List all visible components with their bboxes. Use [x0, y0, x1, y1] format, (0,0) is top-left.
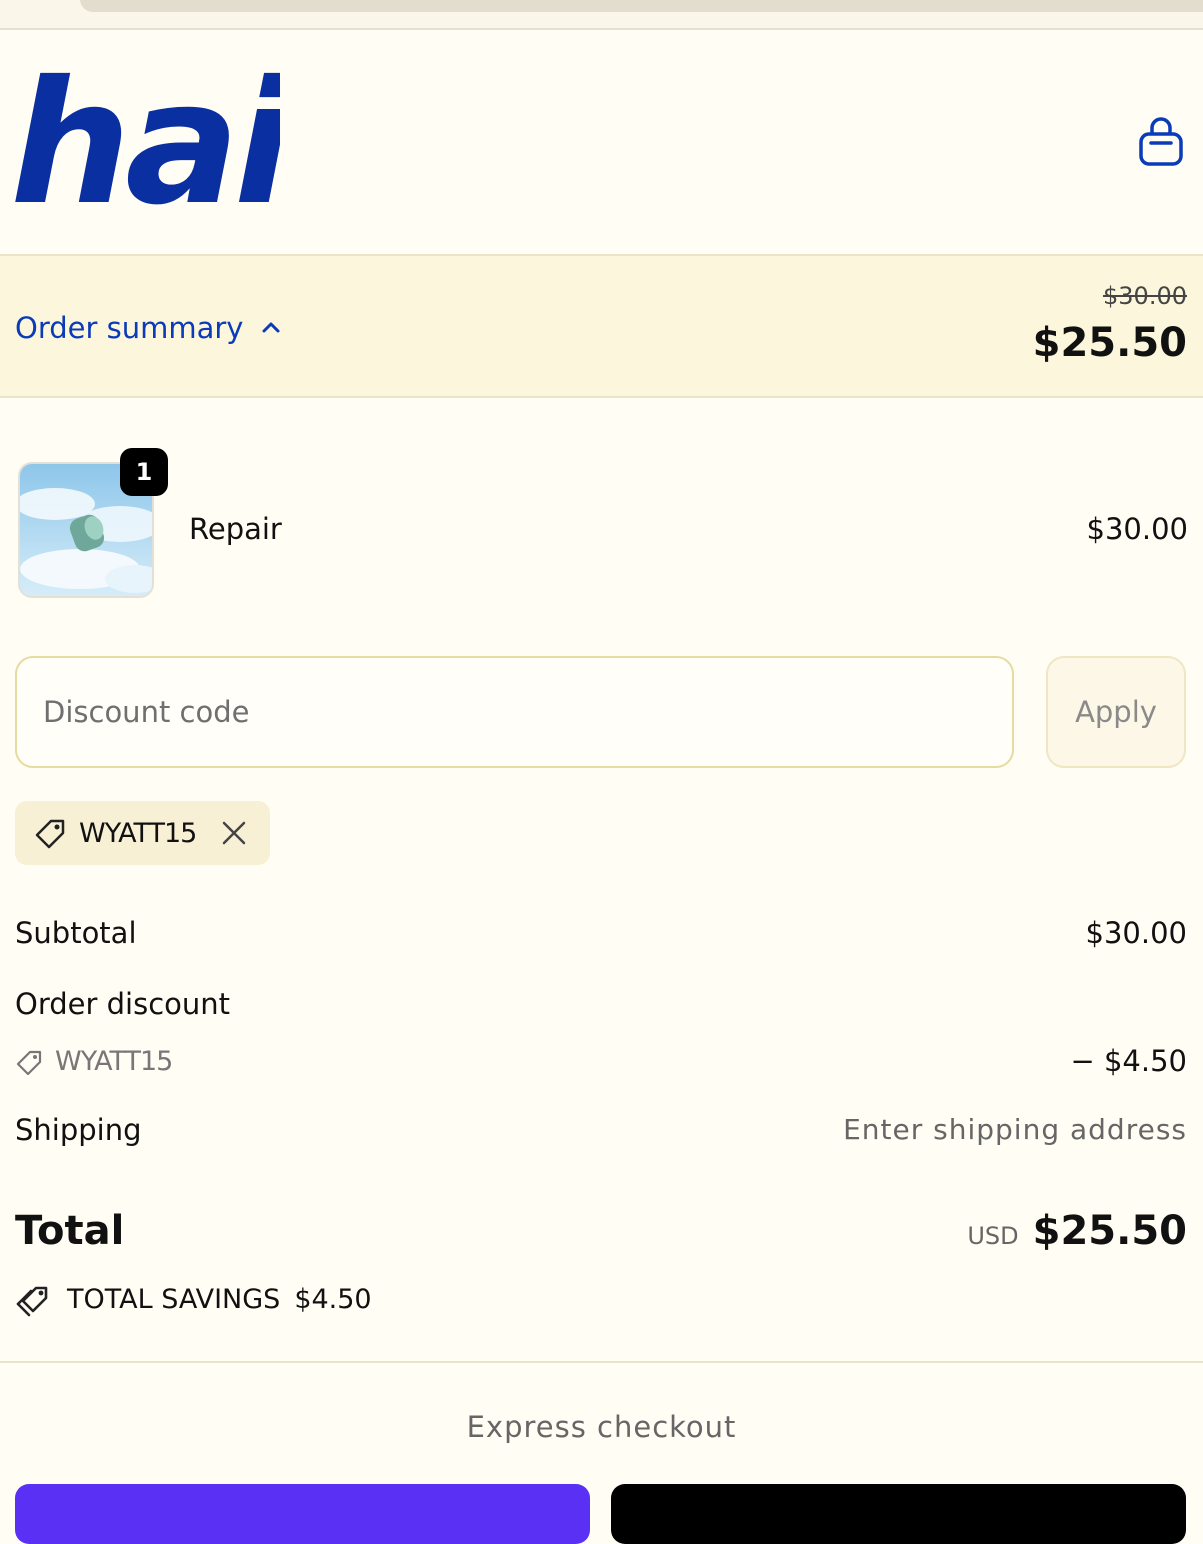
order-discount-row: Order discount: [15, 987, 1187, 1021]
logo-text: hai: [10, 64, 280, 214]
quantity-badge: 1: [120, 448, 168, 496]
total-label: Total: [15, 1208, 125, 1254]
savings-tag-icon: [16, 1286, 48, 1317]
applied-discount-chip: WYATT15: [15, 801, 270, 865]
order-discount-label: Order discount: [15, 987, 231, 1021]
total-amount-group: USD $25.50: [967, 1208, 1187, 1254]
currency-code: USD: [967, 1222, 1019, 1250]
google-pay-button[interactable]: [611, 1484, 1186, 1544]
shipping-label: Shipping: [15, 1113, 142, 1147]
total-savings-amount: $4.50: [294, 1283, 372, 1315]
subtotal-label: Subtotal: [15, 916, 137, 950]
summary-total-price: $25.50: [1032, 320, 1187, 366]
applied-discount-code: WYATT15: [79, 817, 197, 849]
order-summary-toggle[interactable]: Order summary: [15, 308, 283, 348]
chevron-up-icon: [262, 322, 280, 333]
browser-top-bar: [0, 0, 1203, 30]
shop-pay-button[interactable]: [15, 1484, 590, 1544]
tag-icon: [16, 1050, 42, 1075]
order-summary-bar: Order summary $30.00 $25.50: [0, 256, 1203, 398]
shipping-value: Enter shipping address: [843, 1113, 1187, 1146]
order-summary-label: Order summary: [15, 311, 244, 345]
discount-code-input[interactable]: [15, 656, 1014, 768]
order-discount-code-text: WYATT15: [55, 1046, 173, 1077]
total-savings: TOTAL SAVINGS $4.50: [15, 1280, 372, 1318]
express-checkout-label: Express checkout: [466, 1410, 737, 1444]
remove-discount-close-icon[interactable]: [220, 819, 248, 847]
order-discount-code: WYATT15: [15, 1046, 173, 1077]
order-discount-amount: − $4.50: [1070, 1044, 1187, 1078]
total-savings-label: TOTAL SAVINGS: [67, 1283, 281, 1315]
apply-discount-button[interactable]: Apply: [1046, 656, 1186, 768]
divider: [0, 1361, 1203, 1363]
subtotal-value: $30.00: [1085, 916, 1187, 950]
product-price: $30.00: [1086, 512, 1188, 546]
shopping-bag-icon[interactable]: [1136, 116, 1186, 168]
original-price: $30.00: [1103, 282, 1187, 310]
site-header: hai: [0, 30, 1203, 256]
subtotal-row: Subtotal $30.00: [15, 916, 1187, 950]
total-amount: $25.50: [1032, 1208, 1187, 1254]
cart-line-item: 1 Repair $30.00: [16, 448, 1188, 600]
address-bar[interactable]: [80, 0, 1203, 12]
product-name: Repair: [189, 512, 282, 546]
tag-icon: [35, 819, 65, 849]
hai-logo[interactable]: hai: [10, 64, 280, 214]
